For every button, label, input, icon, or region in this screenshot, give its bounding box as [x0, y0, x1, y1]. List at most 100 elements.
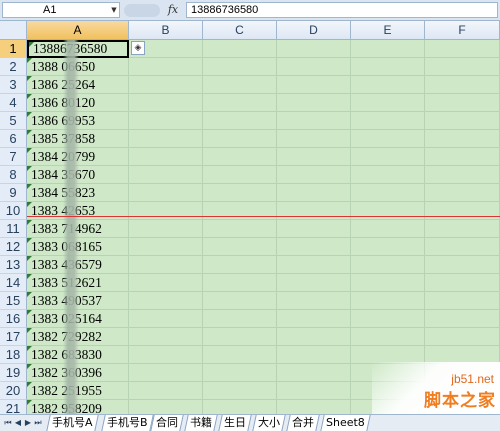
empty-cell[interactable] [203, 112, 277, 130]
empty-cell[interactable] [129, 184, 203, 202]
empty-cell[interactable] [129, 382, 203, 400]
column-header-b[interactable]: B [129, 21, 203, 40]
empty-cell[interactable] [203, 58, 277, 76]
empty-cell[interactable] [351, 130, 425, 148]
empty-cell[interactable] [203, 328, 277, 346]
column-header-a[interactable]: A [27, 21, 129, 40]
empty-cell[interactable] [277, 364, 351, 382]
sheet-tab[interactable]: 合同 [150, 415, 184, 431]
first-sheet-icon[interactable]: ⏮ [3, 417, 13, 429]
row-header[interactable]: 12 [0, 238, 27, 256]
row-header[interactable]: 20 [0, 382, 27, 400]
empty-cell[interactable] [129, 202, 203, 220]
column-header-e[interactable]: E [351, 21, 425, 40]
row-header[interactable]: 1 [0, 40, 27, 58]
row-header[interactable]: 4 [0, 94, 27, 112]
empty-cell[interactable] [129, 346, 203, 364]
empty-cell[interactable] [351, 220, 425, 238]
empty-cell[interactable] [203, 202, 277, 220]
empty-cell[interactable] [425, 58, 500, 76]
empty-cell[interactable] [203, 76, 277, 94]
empty-cell[interactable] [351, 310, 425, 328]
empty-cell[interactable] [351, 94, 425, 112]
empty-cell[interactable] [277, 220, 351, 238]
row-header[interactable]: 3 [0, 76, 27, 94]
row-header[interactable]: 7 [0, 148, 27, 166]
insert-function-icon[interactable]: fx [164, 2, 182, 18]
empty-cell[interactable] [129, 94, 203, 112]
empty-cell[interactable] [351, 328, 425, 346]
empty-cell[interactable] [129, 130, 203, 148]
empty-cell[interactable] [425, 130, 500, 148]
sheet-tab[interactable]: 大小 [252, 415, 286, 431]
row-header[interactable]: 13 [0, 256, 27, 274]
empty-cell[interactable] [129, 166, 203, 184]
empty-cell[interactable] [351, 40, 425, 58]
empty-cell[interactable] [277, 202, 351, 220]
empty-cell[interactable] [277, 238, 351, 256]
empty-cell[interactable] [203, 220, 277, 238]
empty-cell[interactable] [203, 40, 277, 58]
sheet-tab[interactable]: 合并 [286, 415, 320, 431]
empty-cell[interactable] [277, 292, 351, 310]
empty-cell[interactable] [425, 256, 500, 274]
empty-cell[interactable] [277, 130, 351, 148]
empty-cell[interactable] [351, 166, 425, 184]
sheet-tab[interactable]: 生日 [218, 415, 252, 431]
empty-cell[interactable] [351, 202, 425, 220]
formula-bar-splitter[interactable] [124, 4, 160, 17]
empty-cell[interactable] [425, 292, 500, 310]
empty-cell[interactable] [351, 76, 425, 94]
chevron-down-icon[interactable]: ▼ [109, 3, 119, 17]
empty-cell[interactable] [203, 274, 277, 292]
row-header[interactable]: 5 [0, 112, 27, 130]
empty-cell[interactable] [203, 238, 277, 256]
empty-cell[interactable] [277, 382, 351, 400]
row-header[interactable]: 17 [0, 328, 27, 346]
empty-cell[interactable] [129, 274, 203, 292]
empty-cell[interactable] [351, 184, 425, 202]
empty-cell[interactable] [129, 58, 203, 76]
empty-cell[interactable] [277, 256, 351, 274]
empty-cell[interactable] [277, 184, 351, 202]
sheet-tab[interactable]: 手机号B [101, 415, 154, 431]
empty-cell[interactable] [277, 112, 351, 130]
empty-cell[interactable] [425, 94, 500, 112]
empty-cell[interactable] [203, 310, 277, 328]
next-sheet-icon[interactable]: ▶ [23, 417, 33, 429]
empty-cell[interactable] [277, 76, 351, 94]
empty-cell[interactable] [277, 40, 351, 58]
row-header[interactable]: 9 [0, 184, 27, 202]
empty-cell[interactable] [203, 256, 277, 274]
empty-cell[interactable] [351, 292, 425, 310]
empty-cell[interactable] [203, 382, 277, 400]
empty-cell[interactable] [203, 130, 277, 148]
empty-cell[interactable] [129, 76, 203, 94]
empty-cell[interactable] [425, 112, 500, 130]
empty-cell[interactable] [351, 238, 425, 256]
sheet-tab[interactable]: 书籍 [184, 415, 218, 431]
row-header[interactable]: 15 [0, 292, 27, 310]
empty-cell[interactable] [277, 274, 351, 292]
column-header-c[interactable]: C [203, 21, 277, 40]
empty-cell[interactable] [277, 166, 351, 184]
row-header[interactable]: 2 [0, 58, 27, 76]
empty-cell[interactable] [351, 274, 425, 292]
row-header[interactable]: 10 [0, 202, 27, 220]
empty-cell[interactable] [129, 364, 203, 382]
empty-cell[interactable] [425, 328, 500, 346]
empty-cell[interactable] [203, 364, 277, 382]
row-header[interactable]: 11 [0, 220, 27, 238]
sheet-tab[interactable]: Sheet8 [320, 415, 371, 431]
row-header[interactable]: 6 [0, 130, 27, 148]
empty-cell[interactable] [203, 148, 277, 166]
empty-cell[interactable] [425, 166, 500, 184]
name-box[interactable]: A1 [2, 2, 120, 18]
empty-cell[interactable] [425, 310, 500, 328]
formula-input[interactable]: 13886736580 [186, 2, 498, 18]
row-header[interactable]: 14 [0, 274, 27, 292]
empty-cell[interactable] [203, 292, 277, 310]
row-header[interactable]: 18 [0, 346, 27, 364]
empty-cell[interactable] [277, 58, 351, 76]
empty-cell[interactable] [277, 346, 351, 364]
